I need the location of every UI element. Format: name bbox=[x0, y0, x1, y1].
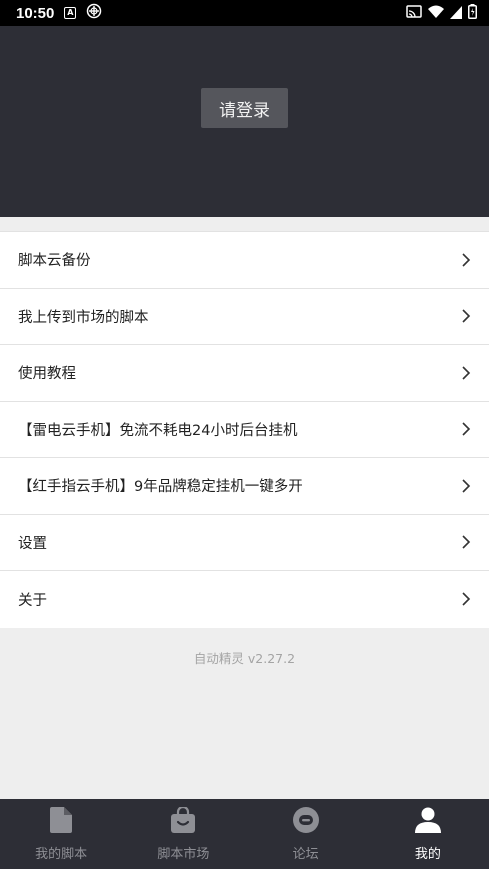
nav-item-script-market[interactable]: 脚本市场 bbox=[122, 799, 244, 869]
status-bar: 10:50 A bbox=[0, 0, 489, 26]
menu-item-label: 设置 bbox=[18, 535, 47, 552]
menu-item-tutorial[interactable]: 使用教程 bbox=[0, 345, 489, 402]
chevron-right-icon bbox=[462, 309, 471, 323]
nav-label: 我的脚本 bbox=[35, 847, 88, 862]
chevron-right-icon bbox=[462, 253, 471, 267]
cast-icon bbox=[406, 4, 422, 23]
login-button[interactable]: 请登录 bbox=[201, 88, 288, 128]
menu-item-settings[interactable]: 设置 bbox=[0, 515, 489, 571]
status-right bbox=[406, 3, 477, 23]
menu-item-leidian-cloud-phone[interactable]: 【雷电云手机】免流不耗电24小时后台挂机 bbox=[0, 402, 489, 458]
menu-item-my-uploads[interactable]: 我上传到市场的脚本 bbox=[0, 289, 489, 345]
nav-label: 我的 bbox=[414, 847, 441, 862]
nav-label: 论坛 bbox=[292, 847, 319, 862]
menu-item-label: 脚本云备份 bbox=[18, 253, 91, 270]
bottom-nav: 我的脚本 脚本市场 论坛 我的 bbox=[0, 799, 489, 869]
nav-item-my-scripts[interactable]: 我的脚本 bbox=[0, 799, 122, 869]
battery-icon bbox=[468, 3, 477, 23]
nav-label: 脚本市场 bbox=[157, 847, 210, 862]
nav-item-forum[interactable]: 论坛 bbox=[245, 799, 367, 869]
status-left: 10:50 A bbox=[16, 3, 102, 23]
nav-item-me[interactable]: 我的 bbox=[367, 799, 489, 869]
a-badge-icon: A bbox=[64, 7, 77, 19]
profile-header: 请登录 bbox=[0, 26, 489, 217]
chat-icon bbox=[292, 807, 319, 833]
signal-icon bbox=[450, 4, 462, 23]
menu-item-label: 【红手指云手机】9年品牌稳定挂机一键多开 bbox=[18, 479, 303, 496]
file-icon bbox=[48, 807, 74, 833]
version-text: 自动精灵 v2.27.2 bbox=[193, 651, 296, 666]
chevron-right-icon bbox=[462, 366, 471, 380]
shopping-bag-icon bbox=[170, 807, 196, 833]
wifi-icon bbox=[428, 4, 444, 23]
chevron-right-icon bbox=[462, 535, 471, 549]
chevron-right-icon bbox=[462, 422, 471, 436]
menu-list: 脚本云备份 我上传到市场的脚本 使用教程 【雷电云手机】免流不耗电24小时后台挂… bbox=[0, 231, 489, 628]
chevron-right-icon bbox=[462, 592, 471, 606]
menu-item-about[interactable]: 关于 bbox=[0, 571, 489, 628]
screen: 10:50 A 请登录 脚本云备份 我上传到市场的脚本 使用教程 【雷电云手机】… bbox=[0, 0, 489, 869]
menu-item-label: 我上传到市场的脚本 bbox=[18, 309, 149, 326]
menu-item-label: 【雷电云手机】免流不耗电24小时后台挂机 bbox=[18, 422, 298, 439]
status-time: 10:50 bbox=[16, 4, 55, 22]
menu-item-cloud-backup[interactable]: 脚本云备份 bbox=[0, 232, 489, 289]
menu-item-label: 使用教程 bbox=[18, 366, 76, 383]
android-icon bbox=[86, 3, 102, 23]
person-icon bbox=[414, 807, 441, 833]
menu-item-label: 关于 bbox=[18, 592, 47, 609]
menu-item-hongshouzhi-cloud-phone[interactable]: 【红手指云手机】9年品牌稳定挂机一键多开 bbox=[0, 458, 489, 515]
chevron-right-icon bbox=[462, 479, 471, 493]
